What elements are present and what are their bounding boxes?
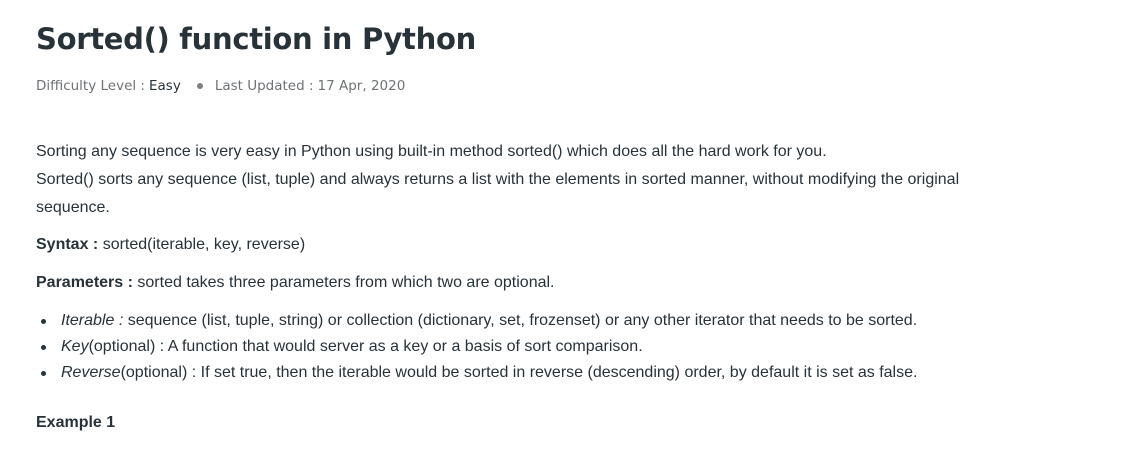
bullet-dot-icon (41, 371, 46, 376)
intro-paragraph-line-2: Sorted() sorts any sequence (list, tuple… (36, 171, 960, 188)
difficulty-label: Difficulty Level : (36, 78, 145, 94)
parameter-description: (optional) : A function that would serve… (88, 338, 643, 355)
difficulty-level-link[interactable]: Easy (149, 78, 181, 94)
parameters-label: Parameters : (36, 274, 133, 291)
intro-paragraph-line-1: Sorting any sequence is very easy in Pyt… (36, 143, 827, 160)
syntax-text: sorted(iterable, key, reverse) (98, 236, 306, 253)
parameter-term: Key (61, 338, 89, 355)
article-meta: Difficulty Level : Easy Last Updated : 1… (36, 78, 405, 94)
intro-paragraph-line-3: sequence. (36, 199, 110, 216)
bullet-dot-icon (41, 345, 46, 350)
syntax-line: Syntax : sorted(iterable, key, reverse) (36, 236, 305, 254)
parameters-line: Parameters : sorted takes three paramete… (36, 274, 554, 292)
example-heading: Example 1 (36, 414, 116, 431)
syntax-label: Syntax : (36, 236, 99, 253)
parameter-term: Iterable : (61, 312, 124, 329)
list-item: Key(optional) : A function that would se… (36, 337, 917, 363)
last-updated-label: Last Updated : (214, 78, 314, 94)
bullet-dot-icon (41, 319, 46, 324)
parameters-text: sorted takes three parameters from which… (132, 274, 555, 291)
page-title: Sorted() function in Python (36, 22, 476, 56)
list-item: Iterable : sequence (list, tuple, string… (36, 311, 917, 337)
list-item: Reverse(optional) : If set true, then th… (36, 363, 917, 389)
parameter-term: Reverse (61, 364, 121, 381)
parameter-description: (optional) : If set true, then the itera… (120, 364, 918, 381)
separator-dot (196, 83, 203, 89)
parameter-list: Iterable : sequence (list, tuple, string… (36, 311, 917, 389)
last-updated-date: 17 Apr, 2020 (317, 78, 406, 94)
parameter-description: sequence (list, tuple, string) or collec… (123, 312, 918, 329)
